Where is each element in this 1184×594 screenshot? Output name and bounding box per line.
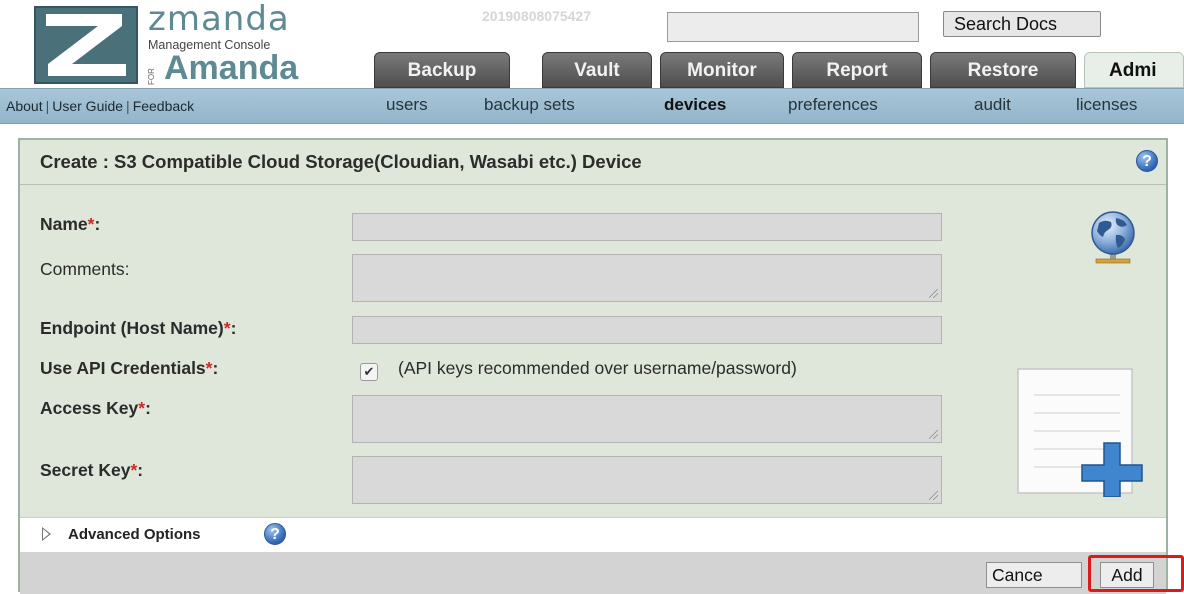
- comments-label: Comments:: [40, 259, 130, 279]
- logo-name: zmanda: [148, 0, 290, 39]
- endpoint-label: Endpoint (Host Name)*:: [40, 318, 237, 338]
- globe-network-icon: [1082, 209, 1144, 269]
- device-form: Name*: Comments: Endpoint (Host Name)*: …: [20, 185, 1166, 517]
- tab-report[interactable]: Report: [792, 52, 922, 88]
- document-add-icon: [1016, 367, 1146, 498]
- nav-audit[interactable]: audit: [974, 95, 1011, 115]
- logo-for: FOR: [147, 68, 156, 85]
- advanced-options-bar[interactable]: Advanced Options ?: [20, 517, 1166, 553]
- zmanda-logo: zmanda Management Console FOR Amanda: [34, 2, 334, 88]
- user-guide-link[interactable]: User Guide: [52, 98, 123, 114]
- nav-preferences[interactable]: preferences: [788, 95, 878, 115]
- sub-navigation: About | User Guide | Feedback users backup s…: [0, 88, 1184, 124]
- add-button[interactable]: Add: [1100, 562, 1154, 588]
- nav-licenses[interactable]: licenses: [1076, 95, 1137, 115]
- expand-caret-icon[interactable]: [42, 527, 51, 541]
- access-key-textarea[interactable]: [352, 395, 942, 443]
- tab-backup[interactable]: Backup: [374, 52, 510, 88]
- secret-key-label: Secret Key*:: [40, 460, 144, 480]
- tab-monitor[interactable]: Monitor: [660, 52, 784, 88]
- feedback-link[interactable]: Feedback: [133, 98, 194, 114]
- about-link[interactable]: About: [6, 98, 43, 114]
- z-logo-icon: [34, 6, 138, 84]
- use-api-label: Use API Credentials*:: [40, 358, 219, 378]
- advanced-options-label[interactable]: Advanced Options: [68, 526, 201, 543]
- search-docs-button[interactable]: Search Docs: [943, 11, 1101, 37]
- use-api-checkbox[interactable]: ✔: [360, 363, 378, 381]
- access-key-label: Access Key*:: [40, 398, 151, 418]
- name-input[interactable]: [352, 213, 942, 241]
- nav-backup-sets[interactable]: backup sets: [484, 95, 575, 115]
- panel-header: Create : S3 Compatible Cloud Storage(Clo…: [20, 140, 1166, 185]
- nav-devices[interactable]: devices: [664, 95, 726, 115]
- logo-product: Amanda: [164, 49, 299, 87]
- advanced-help-icon[interactable]: ?: [264, 523, 286, 545]
- comments-textarea[interactable]: [352, 254, 942, 302]
- create-device-panel: Create : S3 Compatible Cloud Storage(Clo…: [18, 138, 1168, 594]
- cancel-button[interactable]: Cance: [986, 562, 1082, 588]
- name-label: Name*:: [40, 214, 101, 234]
- tab-restore[interactable]: Restore: [930, 52, 1076, 88]
- tab-admin[interactable]: Admi: [1084, 52, 1184, 88]
- tab-vault[interactable]: Vault: [542, 52, 652, 88]
- panel-title: Create : S3 Compatible Cloud Storage(Clo…: [40, 151, 642, 172]
- secret-key-textarea[interactable]: [352, 456, 942, 504]
- utility-links: About | User Guide | Feedback: [6, 98, 195, 114]
- api-recommendation-note: (API keys recommended over username/pass…: [398, 358, 797, 378]
- endpoint-input[interactable]: [352, 316, 942, 344]
- build-id: 20190808075427: [482, 8, 592, 24]
- help-icon[interactable]: ?: [1136, 150, 1158, 172]
- search-input[interactable]: [667, 12, 919, 42]
- form-footer: Cance Add: [20, 552, 1166, 594]
- nav-users[interactable]: users: [386, 95, 428, 115]
